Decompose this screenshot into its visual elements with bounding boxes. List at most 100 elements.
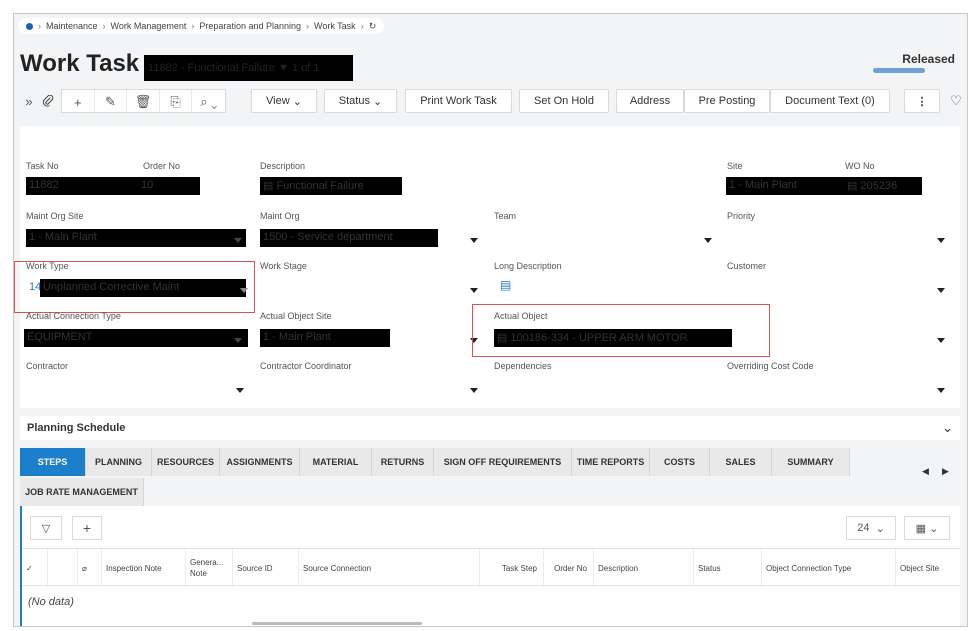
description-field[interactable]: ▤ Functional Failure: [260, 177, 402, 195]
heart-icon[interactable]: ♡: [947, 89, 965, 113]
work-task-form: Task No 11882 Order No 10 Description ▤ …: [14, 126, 960, 408]
tab-resources[interactable]: RESOURCES: [152, 448, 220, 476]
no-data-message: (No data): [28, 596, 74, 608]
view-button-label: View: [266, 95, 290, 107]
breadcrumb-work-management[interactable]: Work Management: [111, 21, 187, 31]
tab-material[interactable]: MATERIAL: [300, 448, 372, 476]
record-selector[interactable]: 11882 - Functional Failure ▼ 1 of 1: [144, 55, 353, 81]
search-dropdown-icon[interactable]: ⌕ ⌄: [192, 90, 225, 114]
tab-summary[interactable]: SUMMARY: [772, 448, 850, 476]
breadcrumb-work-task[interactable]: Work Task: [314, 21, 356, 31]
row-action-column: [48, 549, 78, 587]
priority-dropdown[interactable]: [937, 238, 945, 243]
tab-returns[interactable]: RETURNS: [372, 448, 434, 476]
caret-down-icon[interactable]: [470, 238, 478, 243]
col-order-no[interactable]: Order No: [544, 549, 594, 587]
col-source-id[interactable]: Source ID: [233, 549, 299, 587]
actual-connection-type-field[interactable]: EQUIPMENT: [24, 329, 248, 347]
caret-down-icon[interactable]: [234, 338, 242, 343]
col-status[interactable]: Status: [694, 549, 762, 587]
tab-planning[interactable]: PLANNING: [86, 448, 152, 476]
work-stage-dropdown[interactable]: [470, 288, 478, 293]
breadcrumb-preparation-planning[interactable]: Preparation and Planning: [199, 21, 301, 31]
planning-schedule-title: Planning Schedule: [27, 422, 126, 434]
dependencies-label: Dependencies: [494, 361, 552, 371]
breadcrumb-maintenance[interactable]: Maintenance: [46, 21, 98, 31]
contractor-coordinator-label: Contractor Coordinator: [260, 361, 352, 371]
team-label: Team: [494, 211, 517, 221]
home-icon[interactable]: [26, 22, 33, 30]
select-all-checkbox[interactable]: ✓: [22, 549, 48, 587]
col-general-note[interactable]: Genera... Note: [186, 549, 233, 587]
set-on-hold-button[interactable]: Set On Hold: [519, 89, 609, 113]
col-task-step[interactable]: Task Step: [480, 549, 544, 587]
tab-time-reports[interactable]: TIME REPORTS: [572, 448, 650, 476]
filter-icon[interactable]: ▽: [30, 516, 62, 540]
refresh-icon[interactable]: ↻: [369, 21, 377, 32]
planning-schedule-header[interactable]: Planning Schedule ⌄: [20, 416, 960, 440]
customer-label: Customer: [727, 261, 767, 271]
col-object-site[interactable]: Object Site: [896, 549, 960, 587]
tab-sales[interactable]: SALES: [710, 448, 772, 476]
contractor-coordinator-dropdown[interactable]: [470, 388, 478, 393]
maint-org-site-field[interactable]: 1 - Main Plant: [26, 229, 246, 247]
site-field[interactable]: 1 - Main Plant: [726, 177, 844, 195]
tab-job-rate-management[interactable]: JOB RATE MANAGEMENT: [20, 478, 144, 506]
contractor-dropdown[interactable]: [236, 388, 244, 393]
chevron-down-icon[interactable]: ⌄: [942, 420, 953, 436]
team-dropdown[interactable]: [704, 238, 712, 243]
actual-object-site-field[interactable]: 1 - Main Plant: [260, 329, 390, 347]
address-button[interactable]: Address: [616, 89, 684, 113]
actual-connection-type-label: Actual Connection Type: [26, 311, 121, 321]
page-size-select[interactable]: 24 ⌄: [846, 516, 896, 540]
view-button[interactable]: View ⌄: [251, 89, 317, 113]
toolbar: » + ✎ 🗑 ⎘ ⌕ ⌄ View ⌄ Status ⌄ Print Work…: [14, 88, 967, 114]
status-badge: Released: [902, 52, 955, 66]
col-source-connection[interactable]: Source Connection: [299, 549, 480, 587]
customer-dropdown[interactable]: [937, 288, 945, 293]
status-button-label: Status: [338, 95, 370, 107]
wo-no-field[interactable]: ▤ 205236: [844, 177, 922, 195]
paperclip-icon[interactable]: [40, 89, 56, 113]
page-title: Work Task: [20, 50, 140, 77]
chevron-right-icon: ›: [102, 21, 106, 31]
chevron-right-icon: ›: [306, 21, 309, 31]
document-icon[interactable]: ▤: [500, 278, 511, 292]
tab-assignments[interactable]: ASSIGNMENTS: [220, 448, 300, 476]
tab-scroll-right-icon[interactable]: ▶: [942, 466, 949, 477]
add-icon[interactable]: +: [62, 90, 95, 114]
more-options-icon[interactable]: ⋮: [904, 89, 940, 113]
column-chooser-icon[interactable]: ▦ ⌄: [904, 516, 950, 540]
caret-down-icon[interactable]: [234, 238, 242, 243]
print-work-task-button[interactable]: Print Work Task: [405, 89, 512, 113]
col-description[interactable]: Description: [594, 549, 694, 587]
chevron-down-icon: ⌄: [373, 95, 383, 108]
pre-posting-button[interactable]: Pre Posting: [684, 89, 770, 113]
tab-scroll-left-icon[interactable]: ◀: [922, 466, 929, 477]
edit-icon[interactable]: ✎: [95, 90, 128, 114]
order-no-field[interactable]: 10: [138, 177, 200, 195]
copy-icon[interactable]: ⎘: [160, 90, 193, 114]
document-text-button[interactable]: Document Text (0): [770, 89, 890, 113]
add-row-icon[interactable]: +: [72, 516, 102, 540]
tab-steps[interactable]: STEPS: [20, 448, 86, 476]
chevron-down-icon: ⌄: [292, 95, 302, 108]
maint-org-field[interactable]: 1500 - Service department: [260, 229, 438, 247]
task-no-field[interactable]: 11882: [26, 177, 138, 195]
order-no-label: Order No: [143, 161, 181, 171]
tab-sign-off-requirements[interactable]: SIGN OFF REQUIREMENTS: [434, 448, 572, 476]
overriding-cost-code-dropdown[interactable]: [937, 388, 945, 393]
delete-icon[interactable]: 🗑: [127, 90, 160, 114]
work-stage-label: Work Stage: [260, 261, 307, 271]
double-chevron-icon[interactable]: »: [22, 89, 36, 113]
app-window: › Maintenance › Work Management › Prepar…: [13, 13, 968, 627]
caret-down-icon[interactable]: [937, 338, 945, 343]
action-icon-group: + ✎ 🗑 ⎘ ⌕ ⌄: [61, 89, 226, 114]
horizontal-scrollbar[interactable]: [252, 622, 422, 625]
chevron-down-icon: ⌄: [875, 522, 885, 535]
col-object-connection-type[interactable]: Object Connection Type: [762, 549, 896, 587]
page-size-value: 24: [857, 522, 870, 534]
col-inspection-note[interactable]: Inspection Note: [102, 549, 186, 587]
tab-costs[interactable]: COSTS: [650, 448, 710, 476]
status-button[interactable]: Status ⌄: [324, 89, 397, 113]
